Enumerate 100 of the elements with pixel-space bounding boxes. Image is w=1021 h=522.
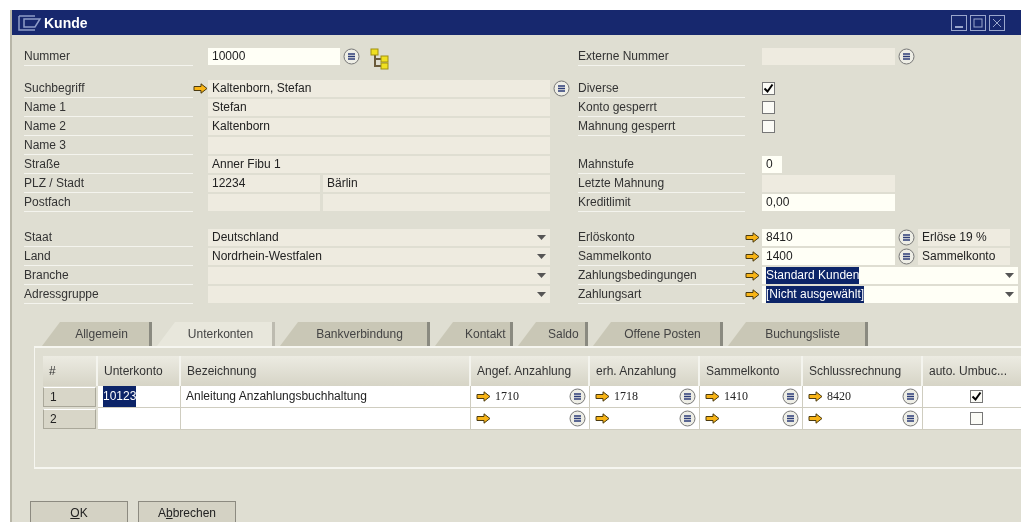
- tab[interactable]: Buchungsliste: [728, 322, 868, 346]
- table-cell[interactable]: [181, 408, 471, 430]
- column-header[interactable]: Sammelkonto: [700, 356, 803, 386]
- field-label: Zahlungsbedingungen: [578, 266, 745, 285]
- tab[interactable]: Allgemein: [42, 322, 152, 346]
- field-label: Postfach: [24, 193, 193, 212]
- maximize-icon[interactable]: [970, 14, 986, 31]
- list-icon[interactable]: [898, 48, 915, 65]
- list-icon[interactable]: [569, 388, 586, 405]
- arrow-icon[interactable]: [595, 413, 610, 424]
- text-field[interactable]: Kaltenborn, Stefan: [208, 80, 550, 97]
- caret-icon[interactable]: [537, 254, 546, 259]
- ok-button[interactable]: OK: [30, 501, 128, 522]
- text-field[interactable]: 0,00: [762, 194, 895, 211]
- column-header[interactable]: Bezeichnung: [181, 356, 471, 386]
- text-field[interactable]: 12234: [208, 175, 320, 192]
- table-cell[interactable]: 1710: [471, 386, 590, 408]
- arrow-icon[interactable]: [808, 413, 823, 424]
- tab[interactable]: Bankverbindung: [280, 322, 430, 346]
- text-field[interactable]: Anner Fibu 1: [208, 156, 550, 173]
- tab[interactable]: Unterkonten: [157, 322, 275, 346]
- checkbox[interactable]: [762, 101, 775, 114]
- caret-icon[interactable]: [537, 273, 546, 278]
- arrow-icon[interactable]: [476, 413, 491, 424]
- field-label: Land: [24, 247, 193, 266]
- field-label: Kreditlimit: [578, 193, 745, 212]
- column-header[interactable]: erh. Anzahlung: [590, 356, 700, 386]
- row-number[interactable]: 2: [43, 409, 96, 429]
- field-label: Branche: [24, 266, 193, 285]
- checkbox[interactable]: [970, 412, 983, 425]
- caret-icon[interactable]: [1005, 292, 1014, 297]
- table-cell[interactable]: 8420: [803, 386, 923, 408]
- column-header[interactable]: Schlussrechnung: [803, 356, 923, 386]
- arrow-icon[interactable]: [705, 391, 720, 402]
- list-icon[interactable]: [898, 248, 915, 265]
- arrow-icon[interactable]: [745, 251, 760, 262]
- list-icon[interactable]: [782, 388, 799, 405]
- arrow-icon[interactable]: [595, 391, 610, 402]
- text-field[interactable]: 0: [762, 156, 782, 173]
- column-header[interactable]: Angef. Anzahlung: [471, 356, 590, 386]
- dropdown-field[interactable]: [208, 286, 550, 303]
- tree-icon[interactable]: [370, 47, 390, 70]
- caret-icon[interactable]: [537, 235, 546, 240]
- table-cell[interactable]: Anleitung Anzahlungsbuchhaltung: [181, 386, 471, 408]
- text-field[interactable]: Bärlin: [323, 175, 550, 192]
- tab[interactable]: Kontakt: [435, 322, 513, 346]
- arrow-icon[interactable]: [745, 232, 760, 243]
- arrow-icon[interactable]: [745, 289, 760, 300]
- table-cell[interactable]: 1410: [700, 386, 803, 408]
- table-cell[interactable]: 10123: [98, 386, 181, 408]
- list-icon[interactable]: [569, 410, 586, 427]
- column-header[interactable]: #: [43, 356, 98, 386]
- arrow-icon[interactable]: [705, 413, 720, 424]
- dropdown-field[interactable]: [Nicht ausgewählt]: [762, 286, 1018, 303]
- arrow-icon[interactable]: [193, 83, 208, 94]
- arrow-icon[interactable]: [476, 391, 491, 402]
- account-name: Sammelkonto: [918, 248, 1010, 265]
- checkbox[interactable]: [970, 390, 983, 403]
- table-cell[interactable]: [700, 408, 803, 430]
- caret-icon[interactable]: [537, 292, 546, 297]
- list-icon[interactable]: [553, 80, 570, 97]
- table-cell[interactable]: 1718: [590, 386, 700, 408]
- caret-icon[interactable]: [1005, 273, 1014, 278]
- list-icon[interactable]: [782, 410, 799, 427]
- cancel-button[interactable]: Abbrechen: [138, 501, 236, 522]
- table-cell[interactable]: [803, 408, 923, 430]
- dropdown-field[interactable]: [208, 267, 550, 284]
- arrow-icon[interactable]: [745, 270, 760, 281]
- text-field[interactable]: 1400: [762, 248, 895, 265]
- field-label: Name 2: [24, 117, 193, 136]
- text-field[interactable]: Stefan: [208, 99, 550, 116]
- list-icon[interactable]: [343, 48, 360, 65]
- tab[interactable]: Offene Posten: [593, 322, 723, 346]
- list-icon[interactable]: [679, 410, 696, 427]
- list-icon[interactable]: [902, 410, 919, 427]
- field-label: Mahnstufe: [578, 155, 745, 174]
- checkbox[interactable]: [762, 82, 775, 95]
- list-icon[interactable]: [679, 388, 696, 405]
- table-cell[interactable]: [590, 408, 700, 430]
- minimize-icon[interactable]: [951, 14, 967, 31]
- field-label: Suchbegriff: [24, 79, 193, 98]
- column-header[interactable]: auto. Umbuc...: [923, 356, 1021, 386]
- row-number[interactable]: 1: [43, 387, 96, 407]
- dropdown-field[interactable]: Nordrhein-Westfalen: [208, 248, 550, 265]
- text-field[interactable]: 8410: [762, 229, 895, 246]
- text-field[interactable]: Kaltenborn: [208, 118, 550, 135]
- dropdown-field[interactable]: Deutschland: [208, 229, 550, 246]
- close-icon[interactable]: [989, 14, 1005, 31]
- table-cell[interactable]: [471, 408, 590, 430]
- checkbox[interactable]: [762, 120, 775, 133]
- field-label: Zahlungsart: [578, 285, 745, 304]
- field-label: Konto gesperrt: [578, 98, 745, 117]
- text-field[interactable]: 10000: [208, 48, 340, 65]
- table-cell[interactable]: [98, 408, 181, 430]
- list-icon[interactable]: [898, 229, 915, 246]
- arrow-icon[interactable]: [808, 391, 823, 402]
- dropdown-field[interactable]: Standard Kunden: [762, 267, 1018, 284]
- tab[interactable]: Saldo: [518, 322, 588, 346]
- column-header[interactable]: Unterkonto: [98, 356, 181, 386]
- list-icon[interactable]: [902, 388, 919, 405]
